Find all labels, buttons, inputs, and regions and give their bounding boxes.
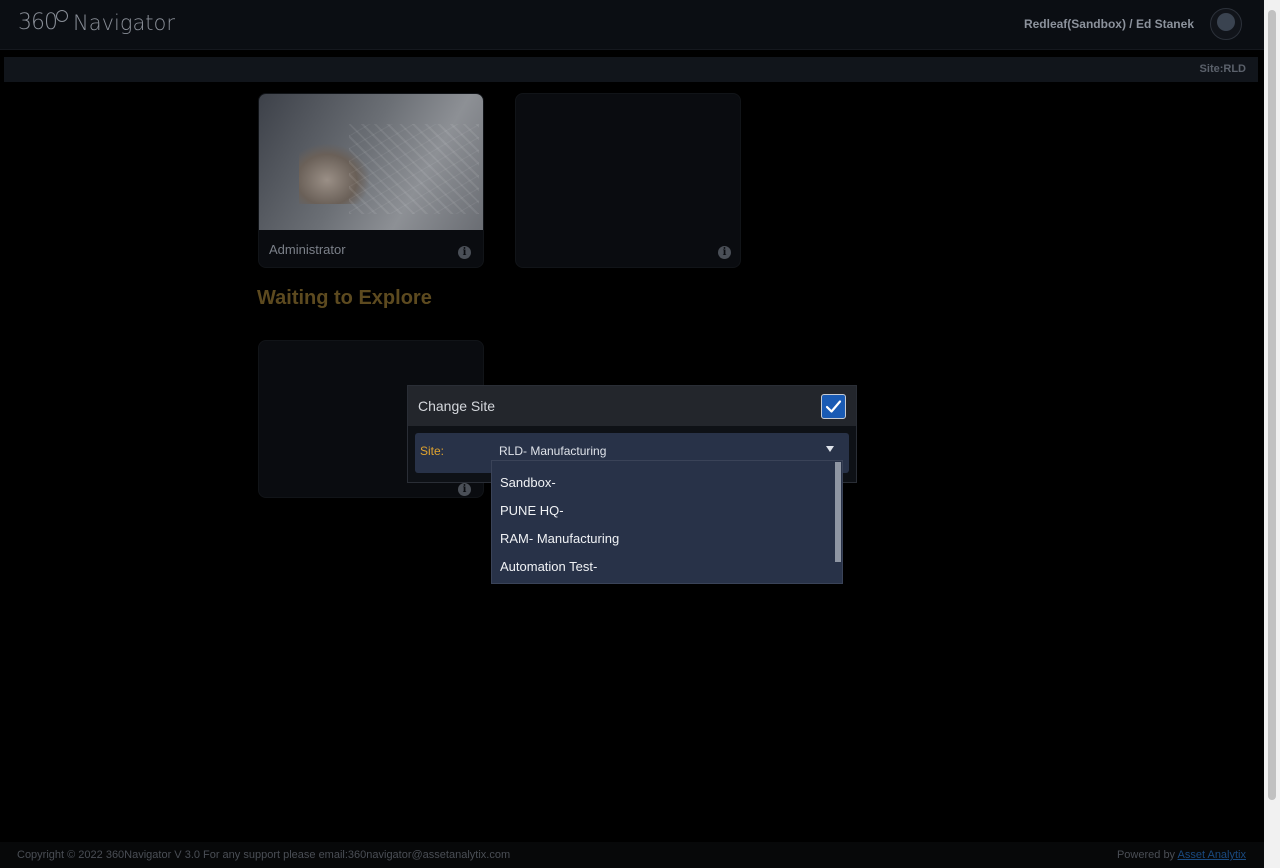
site-bar: Site:RLD	[4, 57, 1258, 82]
page-footer: Copyright © 2022 360Navigator V 3.0 For …	[0, 842, 1264, 868]
site-field-label: Site:	[420, 444, 445, 458]
tile-blank[interactable]: i	[515, 93, 741, 268]
app-logo[interactable]: 360 Navigator	[18, 9, 176, 35]
copyright-text: Copyright © 2022 360Navigator V 3.0	[17, 849, 200, 861]
site-options-list: Sandbox- PUNE HQ- RAM- Manufacturing Aut…	[491, 460, 843, 584]
site-option[interactable]: PUNE HQ-	[500, 503, 564, 518]
checkmark-icon	[825, 400, 842, 413]
logo-name: Navigator	[73, 10, 176, 35]
sketch-graphic	[349, 124, 479, 214]
dialog-title: Change Site	[418, 398, 496, 414]
site-option[interactable]: RAM- Manufacturing	[500, 531, 619, 546]
confirm-button[interactable]	[821, 394, 846, 419]
globe-icon	[56, 9, 68, 22]
section-title: Waiting to Explore	[257, 287, 432, 309]
info-circle-icon[interactable]: i	[718, 246, 731, 259]
page-scrollbar[interactable]	[1264, 0, 1280, 868]
powered-prefix: Powered by	[1116, 849, 1176, 861]
site-option[interactable]: Automation Test-	[500, 559, 597, 574]
dropdown-scrollbar[interactable]	[835, 462, 841, 562]
current-site-label[interactable]: Site:RLD	[1200, 63, 1246, 75]
user-label[interactable]: Redleaf(Sandbox) / Ed Stanek	[1024, 17, 1194, 31]
tile-caption: Administrator	[269, 242, 346, 257]
powered-by: Powered by Asset Analytix	[1117, 849, 1246, 861]
site-option[interactable]: Sandbox-	[500, 475, 556, 490]
powered-link[interactable]: Asset Analytix	[1178, 849, 1246, 861]
support-text: For any support please email:360navigato…	[203, 849, 511, 861]
tile-administrator[interactable]: Administrator i	[258, 93, 484, 268]
dialog-header: Change Site	[408, 386, 856, 426]
info-circle-icon[interactable]: i	[458, 246, 471, 259]
logo-number: 360	[18, 10, 58, 35]
info-circle-icon[interactable]: i	[458, 483, 471, 496]
chevron-down-icon[interactable]	[826, 446, 834, 452]
tile-image	[259, 94, 483, 230]
avatar[interactable]	[1210, 8, 1242, 40]
app-header: 360 Navigator Redleaf(Sandbox) / Ed Stan…	[0, 0, 1264, 50]
site-select-value[interactable]: RLD- Manufacturing	[499, 444, 606, 458]
scrollbar-thumb[interactable]	[1268, 10, 1276, 800]
